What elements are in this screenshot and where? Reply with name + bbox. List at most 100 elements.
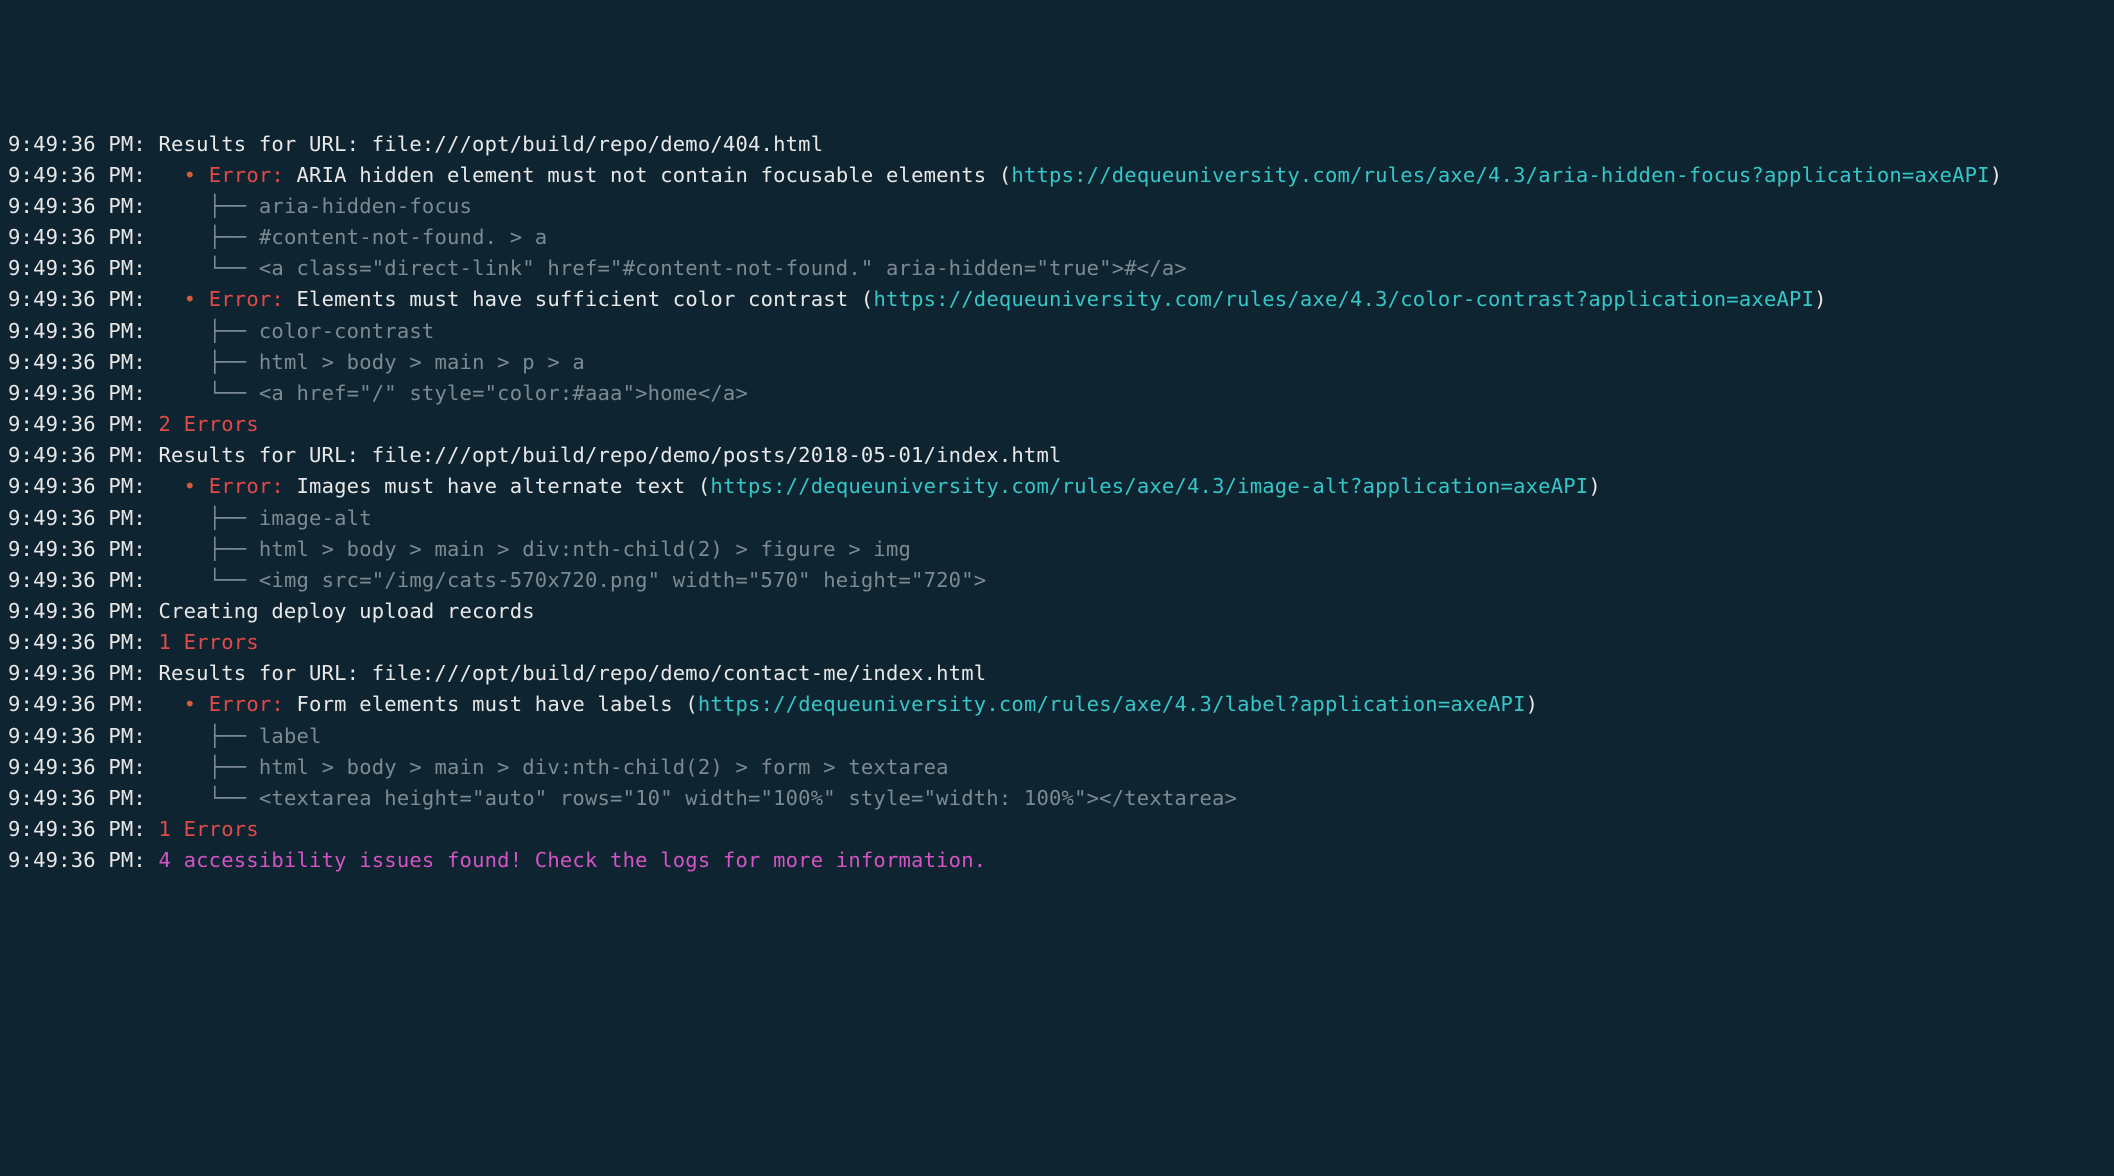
log-line: 9:49:36 PM: 1 Errors: [8, 814, 2106, 845]
log-tree-branch: └──: [146, 381, 259, 405]
log-timestamp: 9:49:36 PM:: [8, 568, 146, 592]
log-text: [146, 412, 159, 436]
log-timestamp: 9:49:36 PM:: [8, 692, 146, 716]
log-timestamp: 9:49:36 PM:: [8, 350, 146, 374]
log-text: [146, 817, 159, 841]
log-timestamp: 9:49:36 PM:: [8, 225, 146, 249]
log-text: Elements must have sufficient color cont…: [284, 287, 873, 311]
log-text: ): [1526, 692, 1539, 716]
log-line: 9:49:36 PM: └── <a href="/" style="color…: [8, 378, 2106, 409]
log-tree-branch: └──: [146, 786, 259, 810]
log-line: 9:49:36 PM: ├── aria-hidden-focus: [8, 191, 2106, 222]
log-text: ARIA hidden element must not contain foc…: [284, 163, 1011, 187]
log-detail: html > body > main > p > a: [259, 350, 585, 374]
log-line: 9:49:36 PM: Results for URL: file:///opt…: [8, 658, 2106, 689]
log-error-label: Error:: [209, 474, 284, 498]
bullet-icon: •: [184, 692, 197, 716]
log-tree-branch: └──: [146, 568, 259, 592]
log-timestamp: 9:49:36 PM:: [8, 256, 146, 280]
log-error-label: Error:: [209, 163, 284, 187]
log-detail: image-alt: [259, 506, 372, 530]
log-detail: html > body > main > div:nth-child(2) > …: [259, 755, 949, 779]
log-line: 9:49:36 PM: • Error: Images must have al…: [8, 471, 2106, 502]
log-text: [196, 287, 209, 311]
log-tree-branch: ├──: [146, 319, 259, 343]
log-timestamp: 9:49:36 PM:: [8, 786, 146, 810]
log-detail: label: [259, 724, 322, 748]
log-timestamp: 9:49:36 PM:: [8, 163, 146, 187]
log-timestamp: 9:49:36 PM:: [8, 412, 146, 436]
log-timestamp: 9:49:36 PM:: [8, 381, 146, 405]
log-detail: <a class="direct-link" href="#content-no…: [259, 256, 1187, 280]
log-detail: <textarea height="auto" rows="10" width=…: [259, 786, 1237, 810]
log-text: [196, 163, 209, 187]
log-line: 9:49:36 PM: ├── html > body > main > div…: [8, 752, 2106, 783]
log-link[interactable]: https://dequeuniversity.com/rules/axe/4.…: [710, 474, 1588, 498]
log-line: 9:49:36 PM: └── <a class="direct-link" h…: [8, 253, 2106, 284]
log-timestamp: 9:49:36 PM:: [8, 194, 146, 218]
log-link[interactable]: https://dequeuniversity.com/rules/axe/4.…: [1011, 163, 1989, 187]
log-timestamp: 9:49:36 PM:: [8, 724, 146, 748]
log-timestamp: 9:49:36 PM:: [8, 506, 146, 530]
log-timestamp: 9:49:36 PM:: [8, 848, 146, 872]
log-line: 9:49:36 PM: ├── #content-not-found. > a: [8, 222, 2106, 253]
log-tree-branch: ├──: [146, 724, 259, 748]
log-detail: #content-not-found. > a: [259, 225, 547, 249]
log-error-label: 2 Errors: [159, 412, 259, 436]
log-detail: html > body > main > div:nth-child(2) > …: [259, 537, 911, 561]
log-timestamp: 9:49:36 PM:: [8, 817, 146, 841]
log-text: [146, 163, 184, 187]
log-text: [146, 848, 159, 872]
log-text: [146, 692, 184, 716]
log-line: 9:49:36 PM: Results for URL: file:///opt…: [8, 440, 2106, 471]
log-text: [146, 630, 159, 654]
log-detail: aria-hidden-focus: [259, 194, 472, 218]
log-text: Images must have alternate text (: [284, 474, 710, 498]
log-text: Results for URL: file:///opt/build/repo/…: [146, 443, 1062, 467]
log-error-label: 1 Errors: [159, 817, 259, 841]
log-line: 9:49:36 PM: • Error: ARIA hidden element…: [8, 160, 2106, 191]
log-text: Form elements must have labels (: [284, 692, 698, 716]
log-line: 9:49:36 PM: 2 Errors: [8, 409, 2106, 440]
log-error-label: Error:: [209, 287, 284, 311]
log-text: [196, 474, 209, 498]
log-text: Results for URL: file:///opt/build/repo/…: [146, 661, 986, 685]
log-text: Results for URL: file:///opt/build/repo/…: [146, 132, 823, 156]
log-line: 9:49:36 PM: ├── color-contrast: [8, 316, 2106, 347]
log-timestamp: 9:49:36 PM:: [8, 287, 146, 311]
log-line: 9:49:36 PM: • Error: Elements must have …: [8, 284, 2106, 315]
log-tree-branch: ├──: [146, 537, 259, 561]
log-line: 9:49:36 PM: ├── html > body > main > p >…: [8, 347, 2106, 378]
log-line: 9:49:36 PM: └── <img src="/img/cats-570x…: [8, 565, 2106, 596]
bullet-icon: •: [184, 474, 197, 498]
log-detail: <img src="/img/cats-570x720.png" width="…: [259, 568, 986, 592]
log-timestamp: 9:49:36 PM:: [8, 755, 146, 779]
log-timestamp: 9:49:36 PM:: [8, 537, 146, 561]
log-tree-branch: ├──: [146, 506, 259, 530]
log-link[interactable]: https://dequeuniversity.com/rules/axe/4.…: [873, 287, 1814, 311]
log-detail: color-contrast: [259, 319, 435, 343]
log-tree-branch: ├──: [146, 225, 259, 249]
log-text: ): [1990, 163, 2003, 187]
log-text: [146, 287, 184, 311]
log-link[interactable]: https://dequeuniversity.com/rules/axe/4.…: [698, 692, 1526, 716]
bullet-icon: •: [184, 287, 197, 311]
log-detail: <a href="/" style="color:#aaa">home</a>: [259, 381, 748, 405]
log-line: 9:49:36 PM: Creating deploy upload recor…: [8, 596, 2106, 627]
log-error-label: Error:: [209, 692, 284, 716]
log-tree-branch: ├──: [146, 194, 259, 218]
log-text: Creating deploy upload records: [146, 599, 535, 623]
log-text: [196, 692, 209, 716]
log-timestamp: 9:49:36 PM:: [8, 661, 146, 685]
log-tree-branch: ├──: [146, 755, 259, 779]
log-line: 9:49:36 PM: 4 accessibility issues found…: [8, 845, 2106, 876]
log-text: ): [1814, 287, 1827, 311]
log-line: 9:49:36 PM: └── <textarea height="auto" …: [8, 783, 2106, 814]
log-timestamp: 9:49:36 PM:: [8, 630, 146, 654]
log-timestamp: 9:49:36 PM:: [8, 319, 146, 343]
log-text: [146, 474, 184, 498]
log-timestamp: 9:49:36 PM:: [8, 474, 146, 498]
log-tree-branch: └──: [146, 256, 259, 280]
log-text: ): [1588, 474, 1601, 498]
log-output: 9:49:36 PM: Results for URL: file:///opt…: [8, 129, 2106, 877]
